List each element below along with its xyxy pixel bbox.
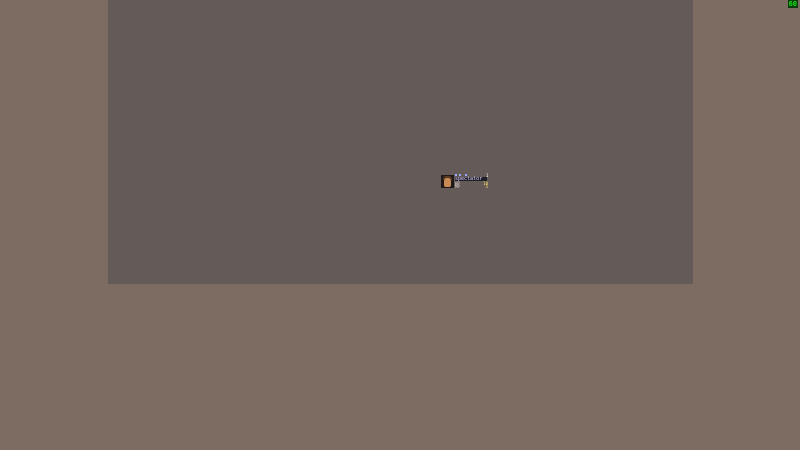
player-level: 1	[486, 173, 489, 178]
player-portrait	[441, 175, 454, 188]
game-canvas[interactable]: spectator 1 HP 10 MP 5	[108, 0, 693, 284]
portrait-face	[444, 178, 451, 187]
game-viewport: spectator 1 HP 10 MP 5 60	[0, 0, 800, 450]
fps-counter: 60	[787, 0, 798, 8]
stat-label: MP	[455, 184, 460, 189]
player-card[interactable]: spectator 1 HP 10 MP 5	[441, 173, 489, 189]
stat-value: 5	[485, 184, 488, 189]
